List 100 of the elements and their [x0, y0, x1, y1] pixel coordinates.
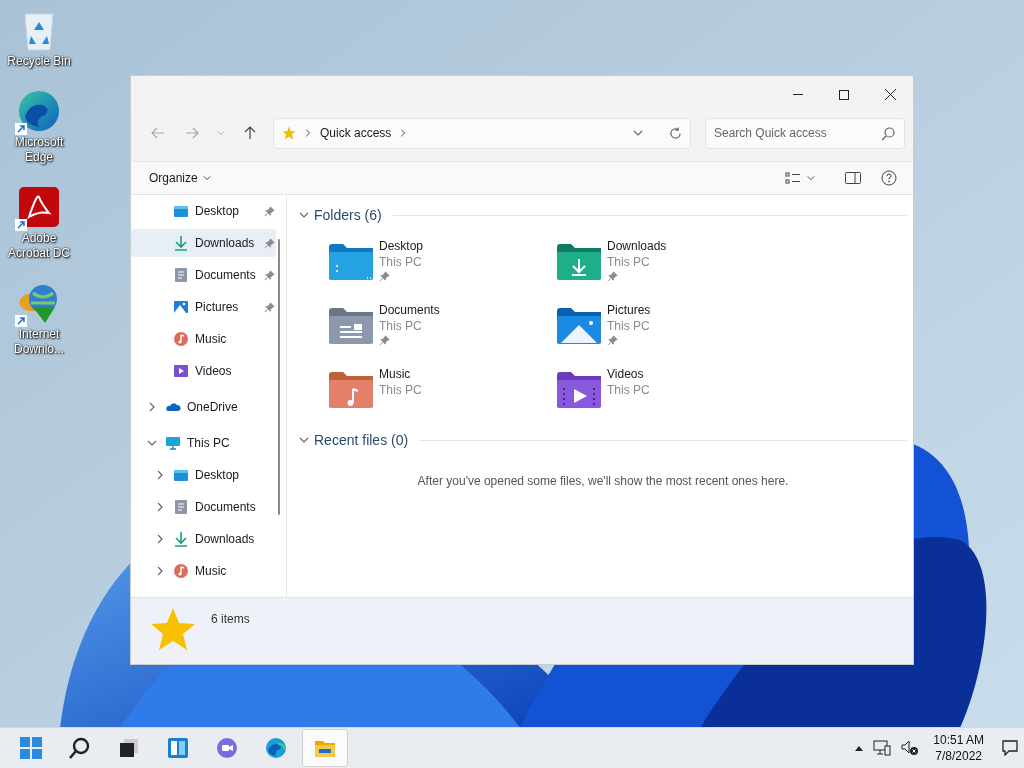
pin-icon: [264, 301, 275, 313]
star-icon: [282, 126, 296, 140]
sidebar-item[interactable]: Documents: [131, 493, 276, 521]
folder-tile[interactable]: Documents This PC: [329, 297, 557, 361]
widgets-icon: [166, 736, 190, 760]
folder-location: This PC: [607, 319, 651, 333]
expand-chevron-icon: [155, 470, 165, 480]
download-icon: [173, 531, 189, 547]
sidebar-item[interactable]: Music: [131, 557, 276, 585]
folder-name: Pictures: [607, 303, 651, 317]
picture-icon: [173, 299, 189, 315]
clock-date[interactable]: 7/8/2022: [935, 748, 982, 764]
folder-name: Desktop: [379, 239, 424, 253]
pin-icon: [264, 205, 275, 217]
desktop-icon-label: Internet Downlo...: [13, 327, 65, 357]
folder-name: Videos: [607, 367, 645, 381]
monitor-icon: [165, 435, 181, 451]
notification-icon[interactable]: [1002, 740, 1018, 756]
windows-logo-icon: [19, 736, 43, 760]
search-icon: [68, 736, 92, 760]
folder-location: This PC: [379, 255, 423, 269]
folder-name: Music: [379, 367, 412, 381]
sidebar-item[interactable]: Desktop: [131, 197, 276, 225]
list-view-icon: [785, 172, 801, 184]
folder-icon: [329, 307, 373, 345]
clock-time[interactable]: 10:51 AM: [933, 732, 984, 748]
folder-icon: [329, 243, 373, 281]
sidebar-item[interactable]: Downloads: [131, 525, 276, 553]
caret-icon: [202, 174, 211, 182]
folder-icon: [557, 307, 601, 345]
folder-tile[interactable]: Downloads This PC: [557, 233, 785, 297]
star-icon: [149, 606, 197, 652]
dropdown-caret-icon: [633, 128, 643, 138]
refresh-icon[interactable]: [669, 126, 682, 140]
sidebar-item[interactable]: Downloads: [131, 229, 276, 257]
maximize-icon: [839, 89, 849, 100]
collapse-chevron-icon: [299, 210, 309, 220]
music-icon: [173, 331, 189, 347]
close-icon: [884, 89, 896, 100]
folder-tile[interactable]: Videos This PC: [557, 361, 785, 425]
network-icon[interactable]: [873, 740, 892, 756]
video-icon: [173, 363, 189, 379]
search-field[interactable]: Search Quick access: [705, 117, 905, 149]
expand-chevron-icon: [155, 502, 165, 512]
chat-icon: [215, 736, 239, 760]
folder-location: This PC: [607, 383, 650, 397]
pin-icon: [264, 237, 275, 249]
folder-name: Downloads: [607, 239, 667, 253]
caret-icon: [807, 174, 815, 182]
collapse-chevron-icon: [299, 435, 309, 445]
pin-icon: [379, 271, 390, 282]
desktop-icon: [173, 467, 189, 483]
pin-icon: [379, 335, 390, 346]
document-icon: [173, 499, 189, 515]
forward-arrow-icon: [185, 127, 199, 139]
address-bar[interactable]: Quick access: [273, 117, 691, 149]
pane-icon: [845, 172, 861, 184]
breadcrumb-chevron-icon: [304, 129, 312, 137]
folder-location: This PC: [607, 255, 651, 269]
folder-name: Documents: [379, 303, 440, 317]
sidebar-item[interactable]: Videos: [131, 357, 276, 385]
desktop-icon-label: Adobe Acrobat DC: [7, 231, 71, 261]
caret-icon: [217, 129, 225, 137]
up-arrow-icon: [244, 126, 256, 140]
sidebar-item[interactable]: Pictures: [131, 293, 276, 321]
folder-location: This PC: [379, 383, 422, 397]
download-icon: [173, 235, 189, 251]
desktop-icon: [173, 203, 189, 219]
edge-icon: [264, 736, 288, 760]
expand-chevron-icon: [155, 566, 165, 576]
desktop-icon-label: Recycle Bin: [6, 54, 72, 69]
empty-message: After you've opened some files, we'll show the most recent ones here.: [416, 474, 790, 488]
muted-speaker-icon[interactable]: [901, 740, 920, 756]
organize-button[interactable]: Organize: [141, 165, 219, 191]
desktop-icon-label: Microsoft Edge: [13, 135, 65, 165]
sidebar-item[interactable]: Music: [131, 325, 276, 353]
sidebar-item[interactable]: OneDrive: [131, 393, 276, 421]
section-header[interactable]: Folders (6): [314, 207, 382, 223]
breadcrumb-item[interactable]: Quick access: [320, 126, 392, 140]
pin-icon: [607, 335, 618, 346]
pin-icon: [264, 269, 275, 281]
folder-icon: [329, 371, 373, 409]
folder-tile[interactable]: Desktop This PC: [329, 233, 557, 297]
folder-tile[interactable]: Music This PC: [329, 361, 557, 425]
item-count: 6 items: [211, 612, 250, 626]
pin-icon: [607, 271, 618, 282]
sidebar-item[interactable]: This PC: [131, 429, 276, 457]
music-icon: [173, 563, 189, 579]
scrollbar-thumb[interactable]: [278, 239, 280, 515]
help-icon: [881, 170, 897, 186]
breadcrumb-chevron-icon: [399, 129, 408, 137]
task-view-icon: [117, 736, 141, 760]
expand-chevron-icon: [147, 402, 157, 412]
folder-tile[interactable]: Pictures This PC: [557, 297, 785, 361]
caret-up-icon[interactable]: [855, 745, 864, 751]
sidebar-item[interactable]: Desktop: [131, 461, 276, 489]
minimize-icon: [793, 93, 803, 96]
document-icon: [173, 267, 189, 283]
section-header[interactable]: Recent files (0): [314, 432, 409, 448]
sidebar-item[interactable]: Documents: [131, 261, 276, 289]
